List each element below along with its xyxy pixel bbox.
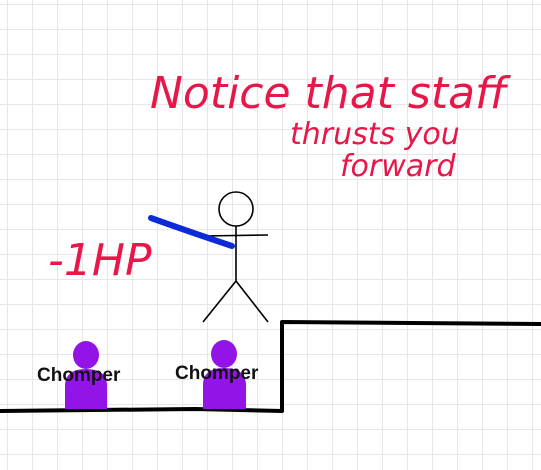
- player-left-leg: [202, 280, 237, 323]
- chomper-enemy-2: Chomper: [175, 340, 259, 409]
- chomper-enemy-1: Chomper: [37, 341, 121, 409]
- player-right-leg: [235, 280, 269, 323]
- annotation-line-3: forward: [340, 149, 457, 184]
- chomper-2-label: Chomper: [175, 363, 259, 384]
- annotation-line-1: Notice that staff: [150, 68, 511, 119]
- player-stick-figure: [202, 191, 269, 323]
- staff-weapon: [148, 215, 235, 249]
- player-head: [218, 191, 254, 227]
- player-arms: [202, 234, 269, 237]
- annotation-line-2: thrusts you: [290, 117, 460, 152]
- game-scene: Notice that staff thrusts you forward -1…: [0, 68, 541, 413]
- damage-text: -1HP: [48, 235, 152, 286]
- chomper-1-label: Chomper: [37, 365, 121, 386]
